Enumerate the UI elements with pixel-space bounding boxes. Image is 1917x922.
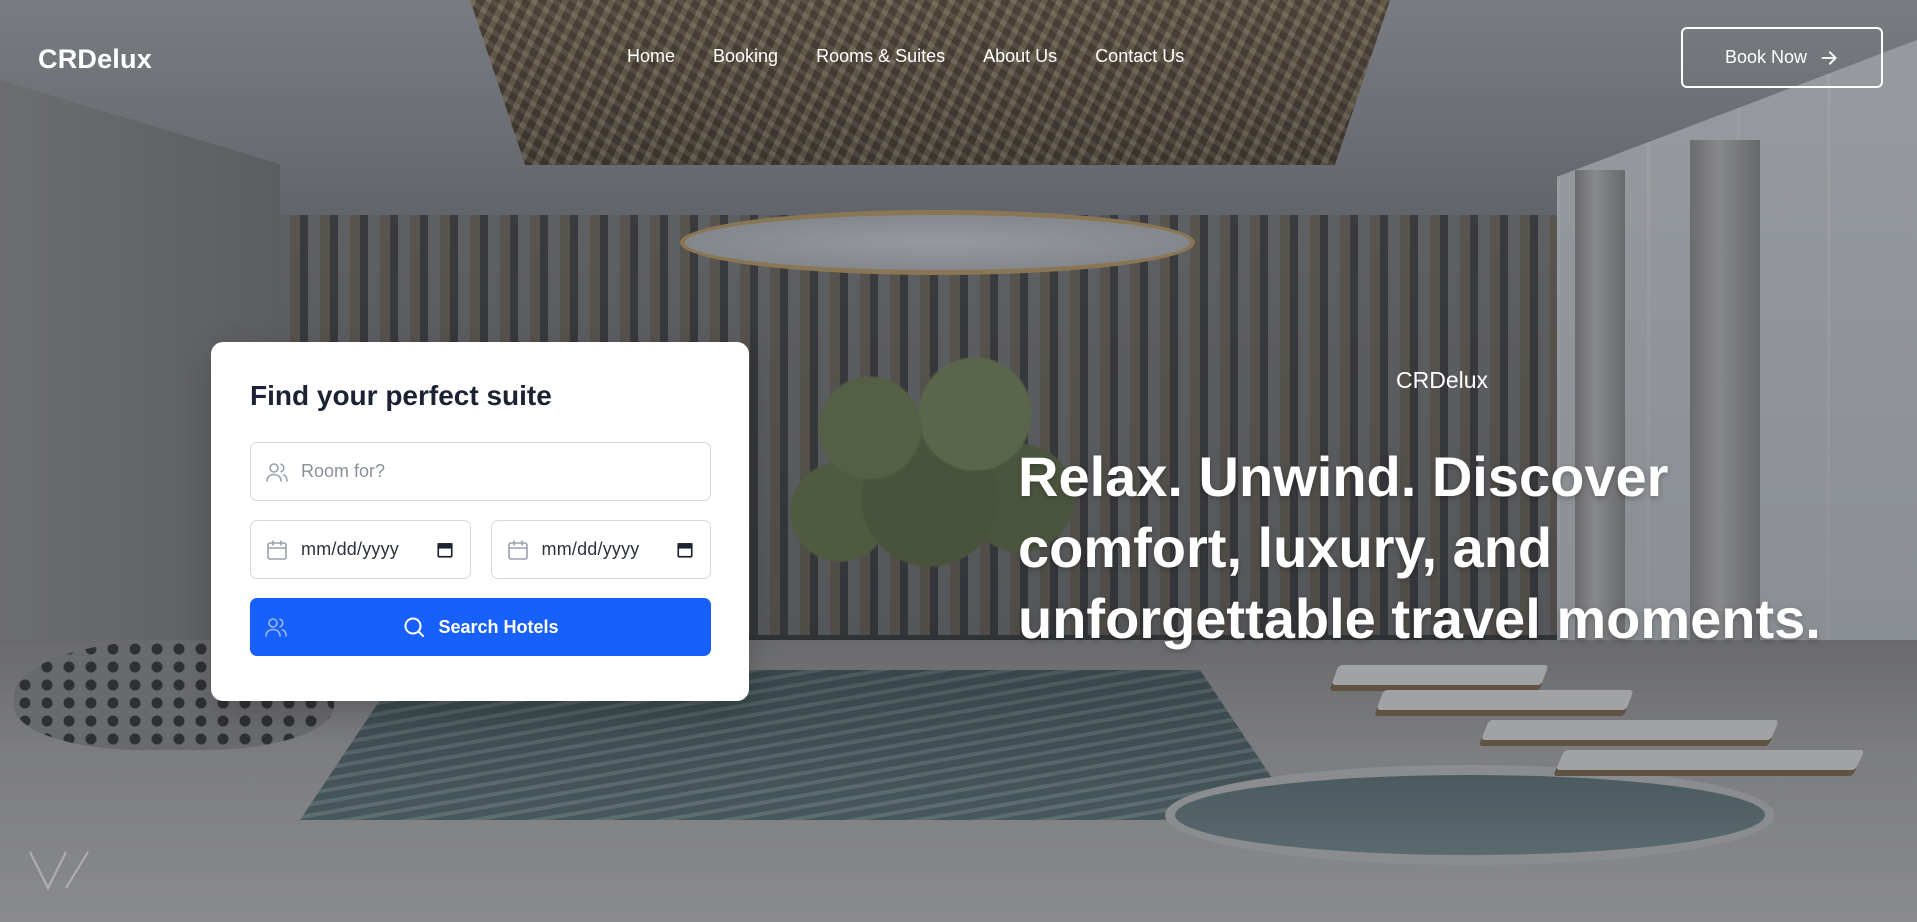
nav-contact-us[interactable]: Contact Us xyxy=(1095,46,1184,67)
site-header: CRDelux Home Booking Rooms & Suites Abou… xyxy=(0,0,1917,116)
room-input[interactable] xyxy=(301,461,710,482)
checkout-date-value[interactable]: mm/dd/yyyy xyxy=(542,539,677,560)
calendar-picker-icon[interactable] xyxy=(676,541,694,559)
brand-logo[interactable]: CRDelux xyxy=(38,44,152,75)
search-hotels-button[interactable]: Search Hotels xyxy=(250,598,711,656)
book-now-button[interactable]: Book Now xyxy=(1681,27,1883,88)
calendar-icon xyxy=(507,539,528,560)
room-field[interactable] xyxy=(250,442,711,501)
date-row: mm/dd/yyyy mm/dd/yyyy xyxy=(250,520,711,579)
nav-home[interactable]: Home xyxy=(627,46,675,67)
search-hotels-label: Search Hotels xyxy=(438,616,559,637)
checkin-field[interactable]: mm/dd/yyyy xyxy=(250,520,471,579)
hero-title: Relax. Unwind. Discover comfort, luxury,… xyxy=(1018,445,1821,650)
hero-brand: CRDelux xyxy=(1396,367,1489,393)
nav-about-us[interactable]: About Us xyxy=(983,46,1057,67)
nav-booking[interactable]: Booking xyxy=(713,46,778,67)
search-card: Find your perfect suite mm/dd/yyyy xyxy=(211,342,749,701)
book-now-label: Book Now xyxy=(1724,47,1808,67)
calendar-picker-icon[interactable] xyxy=(436,541,454,559)
nav-rooms-suites[interactable]: Rooms & Suites xyxy=(816,46,945,67)
calendar-icon xyxy=(267,539,287,560)
arrow-right-icon xyxy=(1821,50,1837,65)
users-icon xyxy=(266,462,288,482)
watermark-logo xyxy=(29,851,89,891)
search-icon xyxy=(404,617,425,637)
checkout-field[interactable]: mm/dd/yyyy xyxy=(490,520,711,579)
checkin-date-value[interactable]: mm/dd/yyyy xyxy=(301,539,436,560)
users-icon xyxy=(265,618,287,637)
main-nav: Home Booking Rooms & Suites About Us Con… xyxy=(627,46,1184,67)
search-card-title: Find your perfect suite xyxy=(250,380,552,411)
